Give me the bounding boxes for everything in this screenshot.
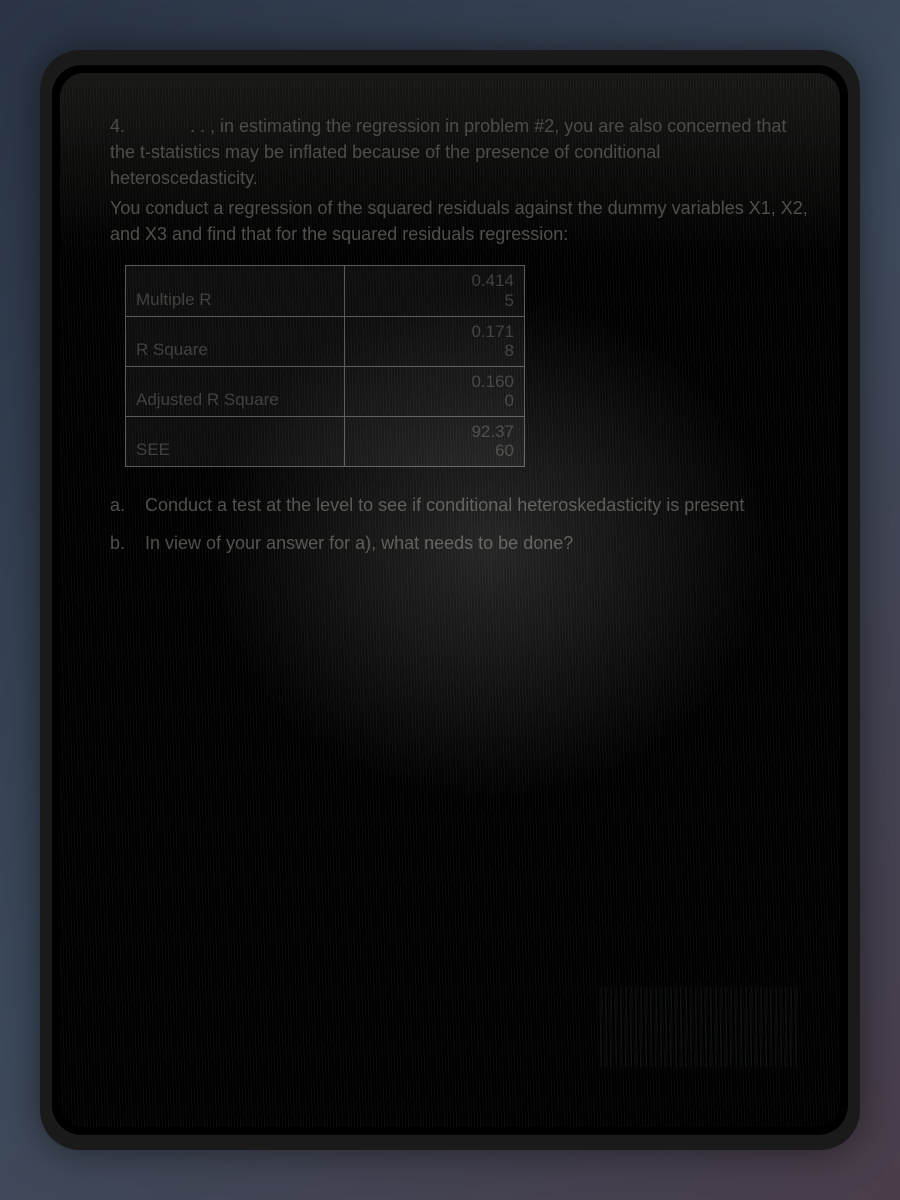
value-line1: 92.37 xyxy=(471,422,514,441)
table-row: Multiple R 0.414 5 xyxy=(126,266,525,316)
sub-text-b: In view of your answer for a), what need… xyxy=(145,530,810,556)
sub-label-b: b. xyxy=(110,530,145,556)
table-row: R Square 0.171 8 xyxy=(126,316,525,366)
table-row: SEE 92.37 60 xyxy=(126,416,525,466)
stat-value: 0.160 0 xyxy=(345,366,525,416)
value-line2: 8 xyxy=(505,341,514,360)
subquestion-a: a. Conduct a test at the level to see if… xyxy=(110,492,810,518)
q-num-text: 4. xyxy=(110,116,125,136)
stat-label: R Square xyxy=(126,316,345,366)
phone-inner: 4. . . , in estimating the regression in… xyxy=(52,65,848,1135)
sub-text-a: Conduct a test at the level to see if co… xyxy=(145,492,810,518)
stat-value: 0.171 8 xyxy=(345,316,525,366)
value-line1: 0.160 xyxy=(471,372,514,391)
stat-value: 92.37 60 xyxy=(345,416,525,466)
question-number: 4. . . , in estimating the regression in… xyxy=(110,113,810,191)
table-row: Adjusted R Square 0.160 0 xyxy=(126,366,525,416)
sub-label-a: a. xyxy=(110,492,145,518)
stat-label: Multiple R xyxy=(126,266,345,316)
value-line2: 60 xyxy=(495,441,514,460)
value-line2: 0 xyxy=(505,391,514,410)
phone-frame: 4. . . , in estimating the regression in… xyxy=(40,50,860,1150)
stat-label: Adjusted R Square xyxy=(126,366,345,416)
question-intro-2: You conduct a regression of the squared … xyxy=(110,195,810,247)
value-line1: 0.171 xyxy=(471,322,514,341)
regression-table: Multiple R 0.414 5 R Square 0.171 8 xyxy=(125,265,525,466)
value-line1: 0.414 xyxy=(471,271,514,290)
stat-value: 0.414 5 xyxy=(345,266,525,316)
document-screen: 4. . . , in estimating the regression in… xyxy=(60,73,840,1127)
subquestion-b: b. In view of your answer for a), what n… xyxy=(110,530,810,556)
screen-glare xyxy=(600,987,800,1067)
question-intro-1: . . , in estimating the regression in pr… xyxy=(110,116,786,188)
stat-label: SEE xyxy=(126,416,345,466)
value-line2: 5 xyxy=(505,291,514,310)
